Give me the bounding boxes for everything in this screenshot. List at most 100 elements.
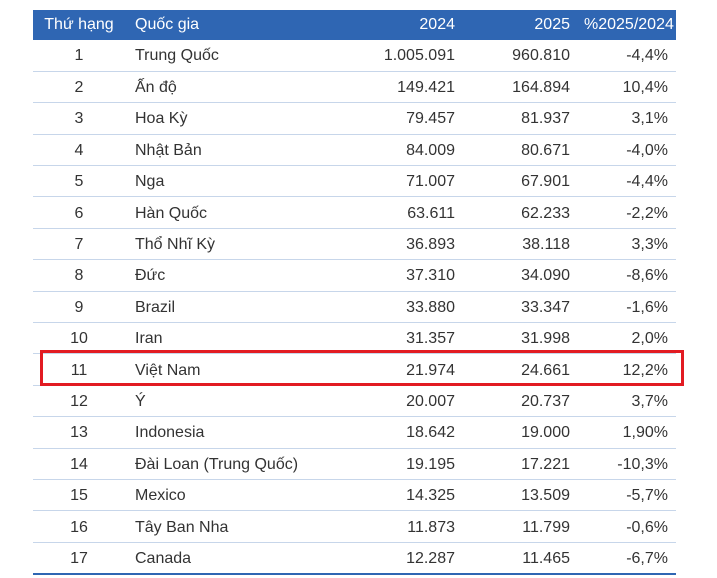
cell-rank: 14: [33, 448, 125, 480]
cell-2025: 67.901: [463, 165, 578, 198]
header-change: %2025/2024: [578, 10, 676, 40]
cell-country: Nga: [125, 165, 351, 198]
cell-rank: 12: [33, 385, 125, 418]
cell-2024: 36.893: [351, 228, 463, 261]
table-row: 3 Hoa Kỳ 79.457 81.937 3,1%: [33, 102, 676, 135]
table-row: 15 Mexico 14.325 13.509 -5,7%: [33, 479, 676, 512]
table-row: 9 Brazil 33.880 33.347 -1,6%: [33, 291, 676, 324]
cell-change: -6,7%: [578, 542, 676, 575]
cell-change: 2,0%: [578, 322, 676, 355]
cell-2024: 14.325: [351, 479, 463, 512]
table-row: 17 Canada 12.287 11.465 -6,7%: [33, 542, 676, 575]
cell-rank: 11: [33, 353, 125, 386]
cell-country: Trung Quốc: [125, 40, 351, 72]
cell-2024: 63.611: [351, 196, 463, 229]
cell-rank: 16: [33, 510, 125, 543]
cell-country: Đức: [125, 259, 351, 292]
cell-country: Canada: [125, 542, 351, 575]
table-header: Thứ hạng Quốc gia 2024 2025 %2025/2024: [33, 10, 676, 40]
cell-country: Ấn độ: [125, 71, 351, 104]
cell-change: 1,90%: [578, 416, 676, 449]
cell-change: 3,1%: [578, 102, 676, 135]
cell-2025: 11.799: [463, 510, 578, 543]
cell-change: 3,3%: [578, 228, 676, 261]
cell-change: -10,3%: [578, 448, 676, 480]
table-row: 14 Đài Loan (Trung Quốc) 19.195 17.221 -10,3…: [33, 448, 676, 480]
table-row: 5 Nga 71.007 67.901 -4,4%: [33, 165, 676, 198]
cell-rank: 6: [33, 196, 125, 229]
cell-2025: 81.937: [463, 102, 578, 135]
cell-2025: 38.118: [463, 228, 578, 261]
cell-change: -0,6%: [578, 510, 676, 543]
cell-change: -4,0%: [578, 134, 676, 167]
cell-2024: 21.974: [351, 353, 463, 386]
ranking-table-container: Thứ hạng Quốc gia 2024 2025 %2025/2024 1…: [33, 10, 676, 575]
cell-change: -4,4%: [578, 165, 676, 198]
cell-rank: 4: [33, 134, 125, 167]
table-row: 2 Ấn độ 149.421 164.894 10,4%: [33, 71, 676, 104]
cell-country: Tây Ban Nha: [125, 510, 351, 543]
table-row: 11 Việt Nam 21.974 24.661 12,2%: [33, 353, 676, 386]
cell-2024: 31.357: [351, 322, 463, 355]
cell-2025: 31.998: [463, 322, 578, 355]
table-row: 8 Đức 37.310 34.090 -8,6%: [33, 259, 676, 292]
cell-2024: 33.880: [351, 291, 463, 324]
cell-country: Nhật Bản: [125, 134, 351, 167]
cell-country: Indonesia: [125, 416, 351, 449]
cell-country: Mexico: [125, 479, 351, 512]
cell-2025: 19.000: [463, 416, 578, 449]
cell-rank: 5: [33, 165, 125, 198]
header-2025: 2025: [463, 10, 578, 40]
cell-country: Thổ Nhĩ Kỳ: [125, 228, 351, 261]
cell-rank: 2: [33, 71, 125, 104]
cell-rank: 7: [33, 228, 125, 261]
header-row: Thứ hạng Quốc gia 2024 2025 %2025/2024: [33, 10, 676, 40]
cell-2025: 80.671: [463, 134, 578, 167]
cell-rank: 10: [33, 322, 125, 355]
cell-2025: 960.810: [463, 40, 578, 72]
cell-country: Hàn Quốc: [125, 196, 351, 229]
table-row: 1 Trung Quốc 1.005.091 960.810 -4,4%: [33, 40, 676, 72]
cell-country: Brazil: [125, 291, 351, 324]
cell-2024: 18.642: [351, 416, 463, 449]
cell-change: -5,7%: [578, 479, 676, 512]
table-row: 10 Iran 31.357 31.998 2,0%: [33, 322, 676, 355]
table-row: 12 Ý 20.007 20.737 3,7%: [33, 385, 676, 418]
ranking-table: Thứ hạng Quốc gia 2024 2025 %2025/2024 1…: [33, 10, 676, 575]
cell-country: Đài Loan (Trung Quốc): [125, 448, 351, 480]
cell-2025: 11.465: [463, 542, 578, 575]
cell-rank: 17: [33, 542, 125, 575]
cell-2024: 11.873: [351, 510, 463, 543]
header-2024: 2024: [351, 10, 463, 40]
cell-2024: 37.310: [351, 259, 463, 292]
cell-country: Hoa Kỳ: [125, 102, 351, 135]
cell-2025: 20.737: [463, 385, 578, 418]
table-row: 7 Thổ Nhĩ Kỳ 36.893 38.118 3,3%: [33, 228, 676, 261]
cell-2024: 71.007: [351, 165, 463, 198]
cell-2024: 1.005.091: [351, 40, 463, 72]
cell-2024: 12.287: [351, 542, 463, 575]
cell-2024: 149.421: [351, 71, 463, 104]
table-row: 6 Hàn Quốc 63.611 62.233 -2,2%: [33, 196, 676, 229]
cell-country: Ý: [125, 385, 351, 418]
table-row: 4 Nhật Bản 84.009 80.671 -4,0%: [33, 134, 676, 167]
cell-change: -8,6%: [578, 259, 676, 292]
cell-2025: 17.221: [463, 448, 578, 480]
cell-2024: 20.007: [351, 385, 463, 418]
cell-change: -2,2%: [578, 196, 676, 229]
cell-2024: 19.195: [351, 448, 463, 480]
cell-rank: 15: [33, 479, 125, 512]
cell-2025: 24.661: [463, 353, 578, 386]
cell-country: Việt Nam: [125, 353, 351, 386]
table-row: 16 Tây Ban Nha 11.873 11.799 -0,6%: [33, 510, 676, 543]
table-row: 13 Indonesia 18.642 19.000 1,90%: [33, 416, 676, 449]
cell-2025: 164.894: [463, 71, 578, 104]
cell-rank: 3: [33, 102, 125, 135]
table-body: 1 Trung Quốc 1.005.091 960.810 -4,4% 2 Ấn độ 14…: [33, 40, 676, 575]
cell-2024: 79.457: [351, 102, 463, 135]
cell-2025: 62.233: [463, 196, 578, 229]
cell-2024: 84.009: [351, 134, 463, 167]
cell-change: 3,7%: [578, 385, 676, 418]
cell-change: -4,4%: [578, 40, 676, 72]
cell-2025: 34.090: [463, 259, 578, 292]
